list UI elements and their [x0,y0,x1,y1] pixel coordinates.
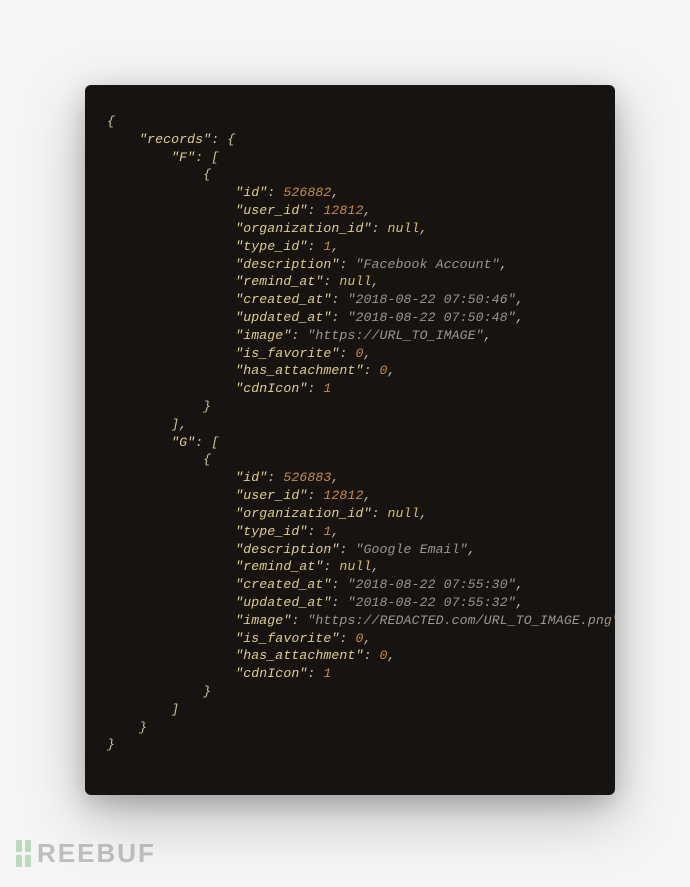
json-code-block: { "records": { "F": [ { "id": 526882, "u… [107,113,593,754]
watermark-logo-icon [16,840,31,867]
code-card: { "records": { "F": [ { "id": 526882, "u… [85,85,615,795]
watermark-text: REEBUF [37,838,156,869]
watermark: REEBUF [16,838,156,869]
